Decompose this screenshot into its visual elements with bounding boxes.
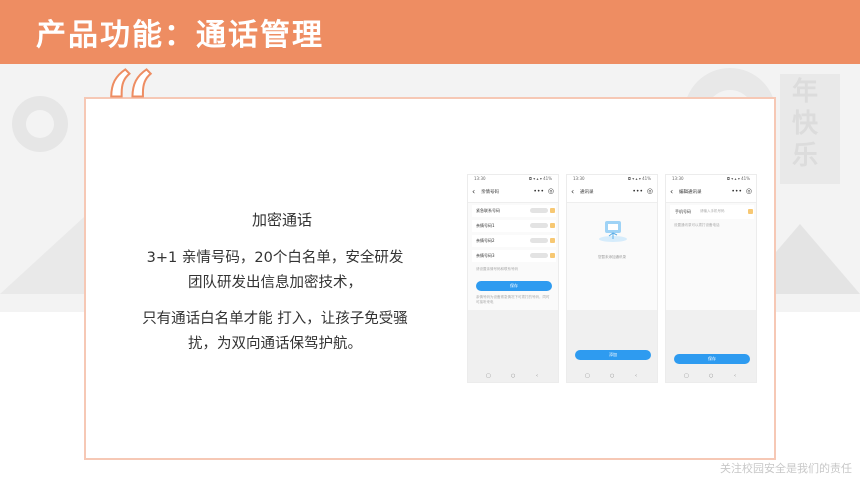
phone-number-field[interactable]: 手机号码 请输入手机号码 <box>670 205 754 219</box>
more-icon[interactable]: ••• <box>632 188 643 195</box>
hint-text: 请设置亲情号码和联系号码 <box>476 267 518 271</box>
back-icon[interactable]: ‹ <box>472 187 475 196</box>
target-icon[interactable]: ◎ <box>647 187 653 195</box>
number-field[interactable] <box>530 223 548 228</box>
back-icon[interactable]: ‹ <box>670 187 673 196</box>
number-field[interactable] <box>530 253 548 258</box>
status-bar: 13:30 ◘ ▾ ▴ ▾ 41% <box>567 175 657 184</box>
back-icon[interactable]: ‹ <box>571 187 574 196</box>
list-item[interactable]: 亲情号码2 <box>472 235 556 247</box>
system-nav-bar: ▢ ○ ‹ <box>468 372 558 382</box>
empty-state-text: 您暂未添加通讯录 <box>598 255 626 259</box>
edit-icon[interactable] <box>550 253 555 258</box>
edit-icon[interactable] <box>550 238 555 243</box>
footer-slogan: 关注校园安全是我们的责任 <box>720 462 852 475</box>
phone-screenshot-edit-contact: 13:30 ◘ ▾ ▴ ▾ 41% ‹ 编辑通讯录 ••• ◎ 手机号码 请输入… <box>665 174 757 383</box>
system-nav-bar: ▢ ○ ‹ <box>567 372 657 382</box>
screen-title: 编辑通讯录 <box>679 190 702 195</box>
screen-title: 亲情号码 <box>481 190 499 195</box>
save-button[interactable]: 保存 <box>476 281 552 291</box>
home-nav-icon[interactable]: ○ <box>709 373 713 379</box>
edit-icon[interactable] <box>550 223 555 228</box>
back-nav-icon[interactable]: ‹ <box>635 373 637 379</box>
number-field[interactable] <box>530 208 548 213</box>
status-bar: 13:30 ◘ ▾ ▴ ▾ 41% <box>666 175 756 184</box>
feature-description-1: 3+1 亲情号码，20个白名单，安全研发团队研发出信息加密技术， <box>146 250 404 291</box>
back-nav-icon[interactable]: ‹ <box>734 373 736 379</box>
square-nav-icon[interactable]: ▢ <box>585 373 590 379</box>
status-bar: 13:30 ◘ ▾ ▴ ▾ 41% <box>468 175 558 184</box>
home-nav-icon[interactable]: ○ <box>511 373 515 379</box>
empty-contacts-illustration-icon <box>599 221 627 242</box>
list-item[interactable]: 紧急联系号码 <box>472 205 556 217</box>
hint-text: 设置通讯录可以拨打设备电话 <box>674 223 720 227</box>
feature-title: 加密通话 <box>252 211 313 229</box>
phone-screenshot-contacts: 13:30 ◘ ▾ ▴ ▾ 41% ‹ 通讯录 ••• ◎ 您暂未添加通讯录 添… <box>566 174 658 383</box>
save-button[interactable]: 保存 <box>674 354 750 364</box>
nav-bar: ‹ 编辑通讯录 ••• ◎ <box>666 184 756 203</box>
edit-icon[interactable] <box>550 208 555 213</box>
festival-text: 年快乐 <box>792 77 819 171</box>
home-nav-icon[interactable]: ○ <box>610 373 614 379</box>
square-nav-icon[interactable]: ▢ <box>486 373 491 379</box>
more-icon[interactable]: ••• <box>533 188 544 195</box>
nav-bar: ‹ 亲情号码 ••• ◎ <box>468 184 558 203</box>
note-text: 亲情号码为设备紧急情况下可拨打的号码，同时可接听来电 <box>476 295 550 304</box>
more-icon[interactable]: ••• <box>731 188 742 195</box>
quote-mark: “ <box>99 49 157 177</box>
number-field[interactable] <box>530 238 548 243</box>
back-nav-icon[interactable]: ‹ <box>536 373 538 379</box>
list-item[interactable]: 亲情号码1 <box>472 220 556 232</box>
slide-title: 产品功能：通话管理 <box>36 18 324 53</box>
add-contact-button[interactable]: 添加 <box>575 350 651 360</box>
square-nav-icon[interactable]: ▢ <box>684 373 689 379</box>
phone-screenshot-family-numbers: 13:30 ◘ ▾ ▴ ▾ 41% ‹ 亲情号码 ••• ◎ 紧急联系号码 亲情… <box>467 174 559 383</box>
system-nav-bar: ▢ ○ ‹ <box>666 372 756 382</box>
contact-book-icon[interactable] <box>748 209 753 214</box>
nav-bar: ‹ 通讯录 ••• ◎ <box>567 184 657 203</box>
target-icon[interactable]: ◎ <box>548 187 554 195</box>
target-icon[interactable]: ◎ <box>746 187 752 195</box>
screen-title: 通讯录 <box>580 190 594 195</box>
feature-description-2: 只有通话白名单才能 打入，让孩子免受骚扰，为双向通话保驾护航。 <box>142 311 408 352</box>
list-item[interactable]: 亲情号码3 <box>472 250 556 262</box>
